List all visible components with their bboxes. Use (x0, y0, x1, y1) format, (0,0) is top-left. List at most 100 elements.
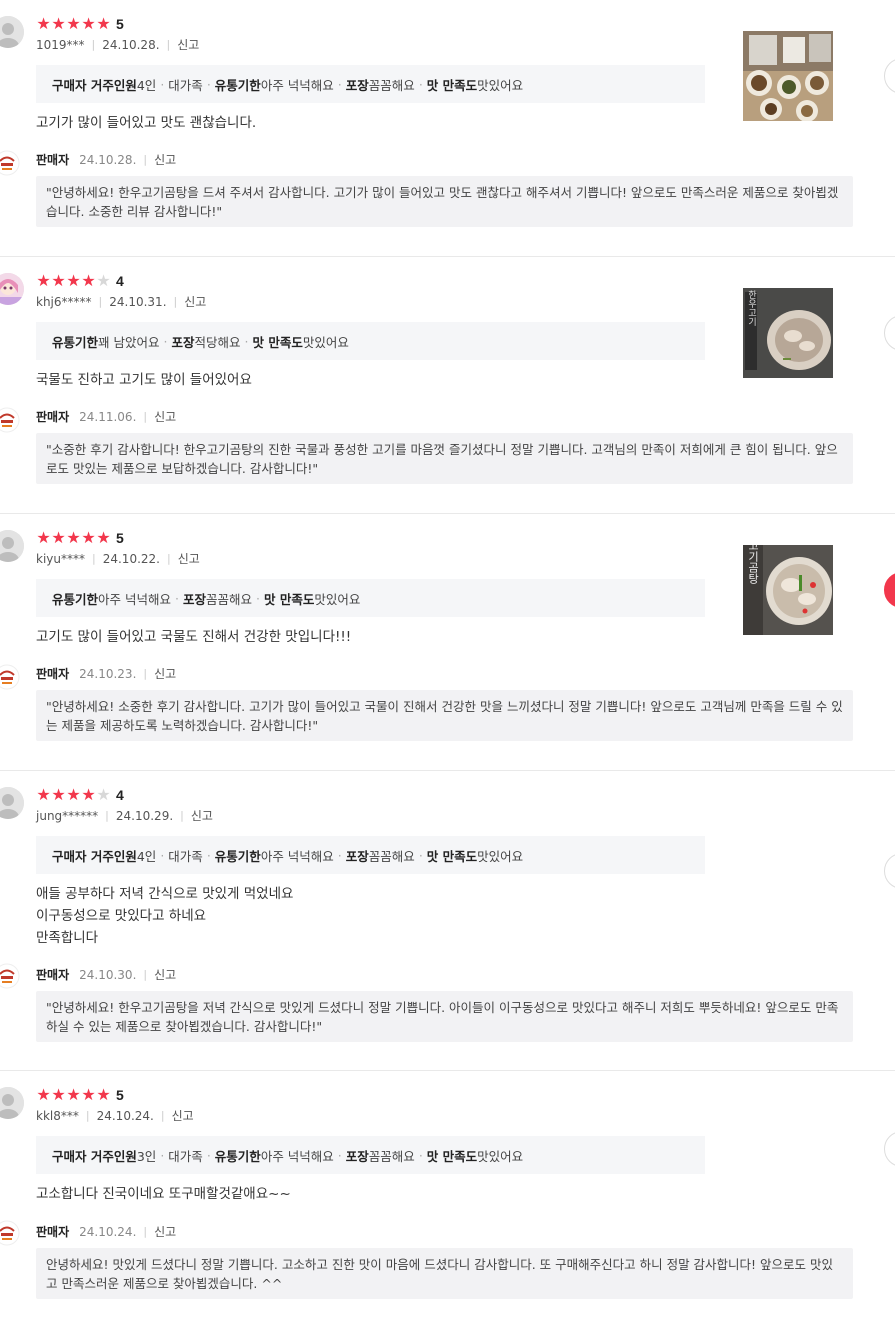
option-value: 맛있어요 (314, 591, 361, 607)
review-text-line: 국물도 진하고 고기도 많이 들어있어요 (36, 372, 252, 388)
scroll-nav-button[interactable] (884, 315, 895, 351)
avatar (0, 1087, 24, 1119)
scroll-nav-button[interactable] (884, 853, 895, 889)
star-icon: ★ (66, 14, 81, 33)
star-icon: ★ (81, 528, 96, 547)
scroll-nav-button[interactable] (884, 58, 895, 94)
divider: | (173, 295, 178, 308)
reply-date: 24.10.28. (79, 152, 137, 167)
option-key: 맛 만족도 (426, 77, 478, 93)
review-text-line: 고기가 많이 들어있고 맛도 괜찮습니다. (36, 115, 257, 131)
review-text: 고기도 많이 들어있고 국물도 진해서 건강한 맛입니다!!! (36, 626, 351, 648)
review-date: 24.10.22. (102, 551, 160, 566)
option-value: 꼼꼼해요 (206, 591, 253, 607)
report-button[interactable]: 신고 (191, 807, 213, 824)
star-icon: ★ (51, 528, 66, 547)
option-value: 꽤 남았어요 (98, 334, 160, 350)
option-key: 포장 (182, 591, 206, 607)
rating-stars: ★ ★ ★ ★ ★ 5 (36, 528, 124, 547)
scroll-nav-button[interactable] (884, 572, 895, 608)
seller-reply: "소중한 후기 감사합니다! 한우고기곰탕의 진한 국물과 풍성한 고기를 마음… (36, 433, 853, 484)
rating-stars: ★ ★ ★ ★ ★ 5 (36, 1085, 123, 1104)
reviewer-id: 1019*** (36, 37, 85, 52)
rating-score: 4 (116, 273, 124, 289)
star-icon: ★ (66, 271, 81, 290)
option-key: 맛 만족도 (426, 1148, 478, 1164)
option-separator: · (163, 333, 168, 349)
report-button[interactable]: 신고 (178, 550, 200, 567)
option-key: 맛 만족도 (264, 591, 315, 607)
option-separator: · (337, 1147, 342, 1163)
option-value: 대가족 (168, 848, 203, 864)
option-separator: · (206, 1147, 211, 1163)
report-button[interactable]: 신고 (177, 36, 199, 53)
option-separator: · (337, 847, 342, 863)
rating-score: 5 (116, 530, 124, 546)
option-value: 아주 넉넉해요 (260, 1148, 334, 1164)
option-separator: · (256, 590, 260, 606)
review-date: 24.10.29. (115, 808, 174, 823)
star-icon: ★ (36, 785, 51, 804)
reviewer-id: kkl8*** (36, 1108, 79, 1123)
seller-reply: "안녕하세요! 소중한 후기 감사합니다. 고기가 많이 들어있고 국물이 진해… (36, 690, 853, 741)
review-text-line: 애들 공부하다 저녁 간식으로 맛있게 먹었네요 (36, 886, 294, 902)
option-key: 유통기한 (214, 848, 261, 864)
report-button[interactable]: 신고 (172, 1107, 194, 1124)
divider: | (143, 410, 148, 423)
report-button[interactable]: 신고 (154, 408, 176, 425)
review-text-line: 이구동성으로 맛있다고 하네요 (36, 908, 207, 924)
scroll-nav-button[interactable] (884, 1131, 895, 1167)
star-icon: ★ (96, 1085, 111, 1104)
star-icon: ★ (36, 528, 51, 547)
option-key: 맛 만족도 (426, 848, 478, 864)
seller-label: 판매자 (36, 153, 70, 167)
star-icon: ★ (51, 14, 66, 33)
option-value: 적당해요 (194, 334, 241, 350)
divider: | (143, 968, 148, 981)
report-button[interactable]: 신고 (154, 966, 176, 983)
report-button[interactable]: 신고 (154, 1223, 176, 1240)
review-photo[interactable]: 한우고기곰탕 (743, 545, 833, 635)
option-separator: · (418, 76, 423, 92)
option-separator: · (160, 1147, 165, 1163)
option-key: 유통기한 (52, 334, 99, 350)
avatar (0, 530, 24, 562)
reply-date: 24.10.23. (79, 666, 137, 681)
report-button[interactable]: 신고 (154, 665, 176, 682)
option-value: 맛있어요 (477, 848, 524, 864)
report-button[interactable]: 신고 (154, 151, 176, 168)
divider: | (166, 38, 171, 51)
review-text: 고소합니다 진국이네요 또구매할것같애요~~ (36, 1183, 291, 1205)
divider: | (91, 38, 96, 51)
seller-reply: "안녕하세요! 한우고기곰탕을 드셔 주셔서 감사합니다. 고기가 많이 들어있… (36, 176, 853, 227)
star-icon: ★ (66, 528, 81, 547)
package-label-text: 한우고기곰탕 (747, 545, 760, 584)
rating-score: 5 (116, 16, 124, 32)
review-item: ★ ★ ★ ★ ★ 4 jung****** | 24.10.29. | 신고 구매자 … (0, 771, 895, 1071)
seller-logo (0, 150, 20, 176)
review-text-line: 만족합니다 (36, 930, 99, 946)
divider: | (98, 295, 103, 308)
option-value: 3인 (136, 1148, 157, 1164)
divider: | (160, 1109, 165, 1122)
star-icon: ★ (81, 14, 96, 33)
option-key: 포장 (345, 77, 369, 93)
review-date: 24.10.28. (102, 37, 160, 52)
star-icon: ★ (96, 271, 111, 290)
star-icon: ★ (96, 785, 111, 804)
report-button[interactable]: 신고 (184, 293, 206, 310)
seller-label: 판매자 (36, 968, 70, 982)
seller-logo (0, 664, 20, 690)
option-separator: · (175, 590, 179, 606)
review-options: 유통기한 꽤 남았어요 · 포장 적당해요 · 맛 만족도 맛있어요 (36, 322, 705, 360)
option-value: 맛있어요 (302, 334, 349, 350)
star-icon: ★ (36, 271, 51, 290)
divider: | (92, 552, 96, 565)
review-options: 구매자 거주인원 3인 · 대가족 · 유통기한 아주 넉넉해요 · 포장 꼼꼼해요 · 맛 만… (36, 1136, 705, 1174)
review-text: 애들 공부하다 저녁 간식으로 맛있게 먹었네요이구동성으로 맛있다고 하네요만… (36, 883, 293, 949)
option-value: 맛있어요 (477, 77, 524, 93)
avatar (0, 273, 24, 305)
review-photo[interactable]: 한우고기 (743, 288, 833, 378)
review-photo[interactable] (743, 31, 833, 121)
rating-stars: ★ ★ ★ ★ ★ 4 (36, 271, 124, 290)
